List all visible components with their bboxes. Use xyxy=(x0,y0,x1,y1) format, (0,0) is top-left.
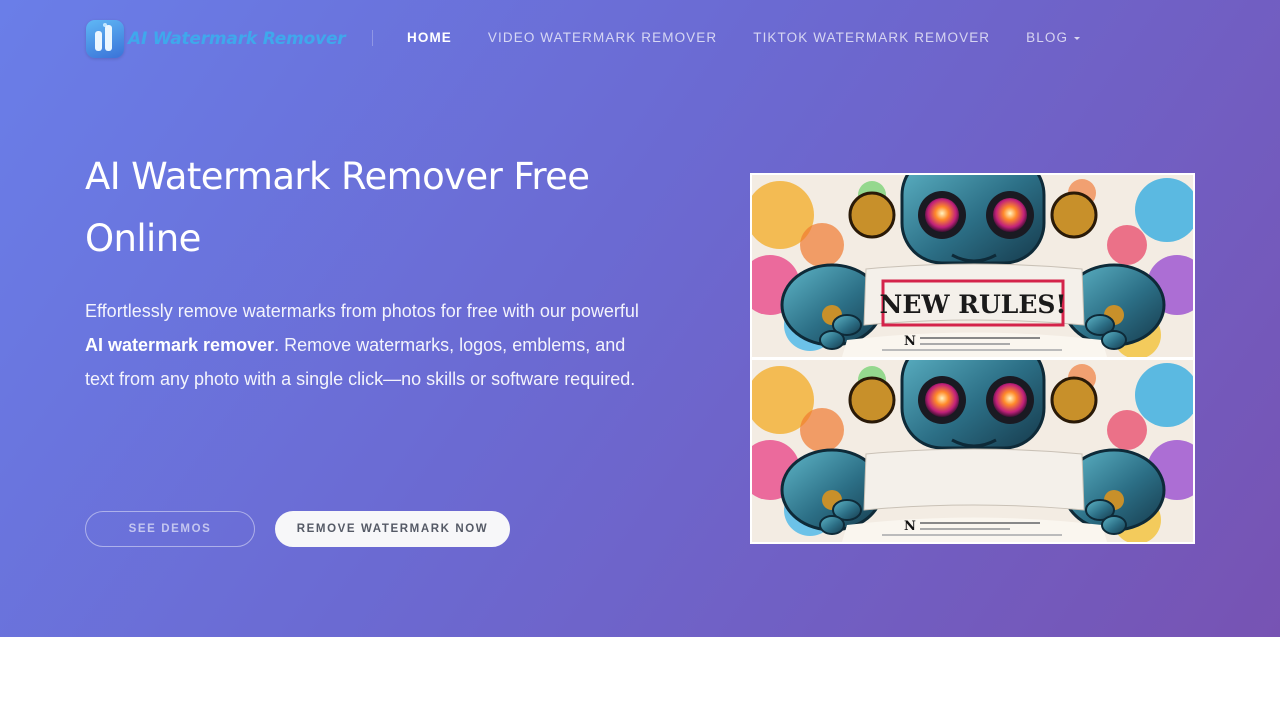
remove-watermark-now-button[interactable]: REMOVE WATERMARK NOW xyxy=(275,511,510,547)
before-after-demo-image: NEW RULES! N N xyxy=(750,173,1195,544)
demo-after-panel: N xyxy=(752,360,1193,542)
nav-item-blog-label: BLOG xyxy=(1026,30,1069,45)
site-logo[interactable]: AI Watermark Remover xyxy=(86,18,346,60)
nav-item-tiktok-watermark-remover[interactable]: TIKTOK WATERMARK REMOVER xyxy=(753,30,990,45)
svg-text:N: N xyxy=(904,519,916,534)
nav-item-video-watermark-remover[interactable]: VIDEO WATERMARK REMOVER xyxy=(488,30,717,45)
hero-section: AI Watermark Remover HOME VIDEO WATERMAR… xyxy=(0,0,1280,637)
logo-icon xyxy=(86,20,124,58)
nav-item-home[interactable]: HOME xyxy=(407,30,452,45)
hero-description-text: Effortlessly remove watermarks from phot… xyxy=(85,301,639,321)
demo-watermark-text: NEW RULES! xyxy=(880,290,1067,319)
page-content-area xyxy=(0,637,1280,720)
caret-down-icon xyxy=(1074,36,1081,40)
hero-description-bold: AI watermark remover xyxy=(85,335,275,355)
hero-description: Effortlessly remove watermarks from phot… xyxy=(85,294,645,396)
nav-item-blog[interactable]: BLOG xyxy=(1026,30,1081,45)
demo-before-panel: NEW RULES! N xyxy=(752,175,1193,357)
page-title: AI Watermark Remover Free Online xyxy=(85,155,590,260)
nav-divider xyxy=(372,30,373,46)
main-nav: HOME VIDEO WATERMARK REMOVER TIKTOK WATE… xyxy=(407,30,1081,45)
see-demos-button[interactable]: SEE DEMOS xyxy=(85,511,255,547)
svg-text:N: N xyxy=(904,334,916,349)
logo-text: AI Watermark Remover xyxy=(128,29,346,49)
